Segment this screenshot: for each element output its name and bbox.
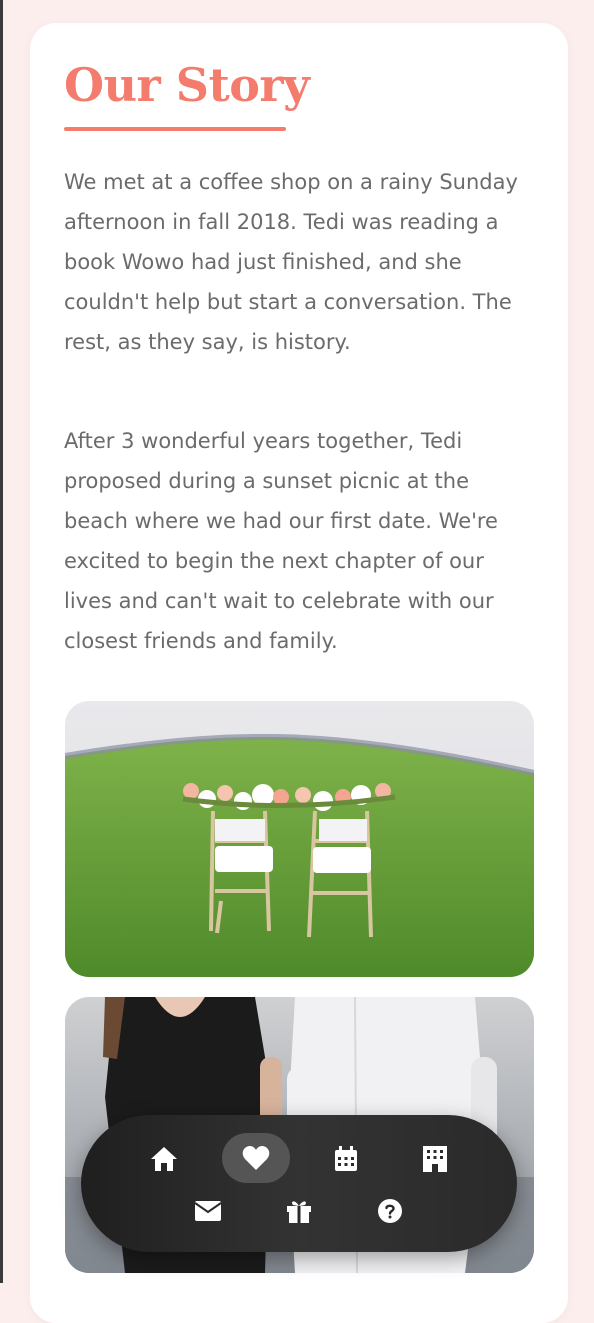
page-title: Our Story	[64, 58, 310, 112]
hotel-icon	[423, 1146, 447, 1172]
nav-story-button[interactable]	[222, 1133, 290, 1183]
nav-schedule-button[interactable]	[323, 1136, 369, 1182]
question-icon	[378, 1199, 402, 1223]
envelope-icon	[194, 1201, 222, 1221]
nav-registry-button[interactable]	[276, 1188, 322, 1234]
nav-home-button[interactable]	[141, 1136, 187, 1182]
home-icon	[151, 1147, 177, 1171]
window-edge	[0, 0, 3, 1283]
gift-icon	[287, 1201, 311, 1223]
heart-icon	[242, 1146, 270, 1170]
bottom-navigation	[81, 1115, 517, 1252]
nav-faq-button[interactable]	[367, 1188, 413, 1234]
story-paragraph-2: After 3 wonderful years together, Tedi p…	[64, 429, 498, 653]
nav-rsvp-button[interactable]	[185, 1188, 231, 1234]
title-underline	[64, 127, 286, 131]
calendar-icon	[335, 1146, 357, 1171]
photo-wedding-chairs	[65, 701, 534, 977]
story-paragraph-1: We met at a coffee shop on a rainy Sunda…	[64, 170, 518, 354]
nav-accommodation-button[interactable]	[412, 1136, 458, 1182]
